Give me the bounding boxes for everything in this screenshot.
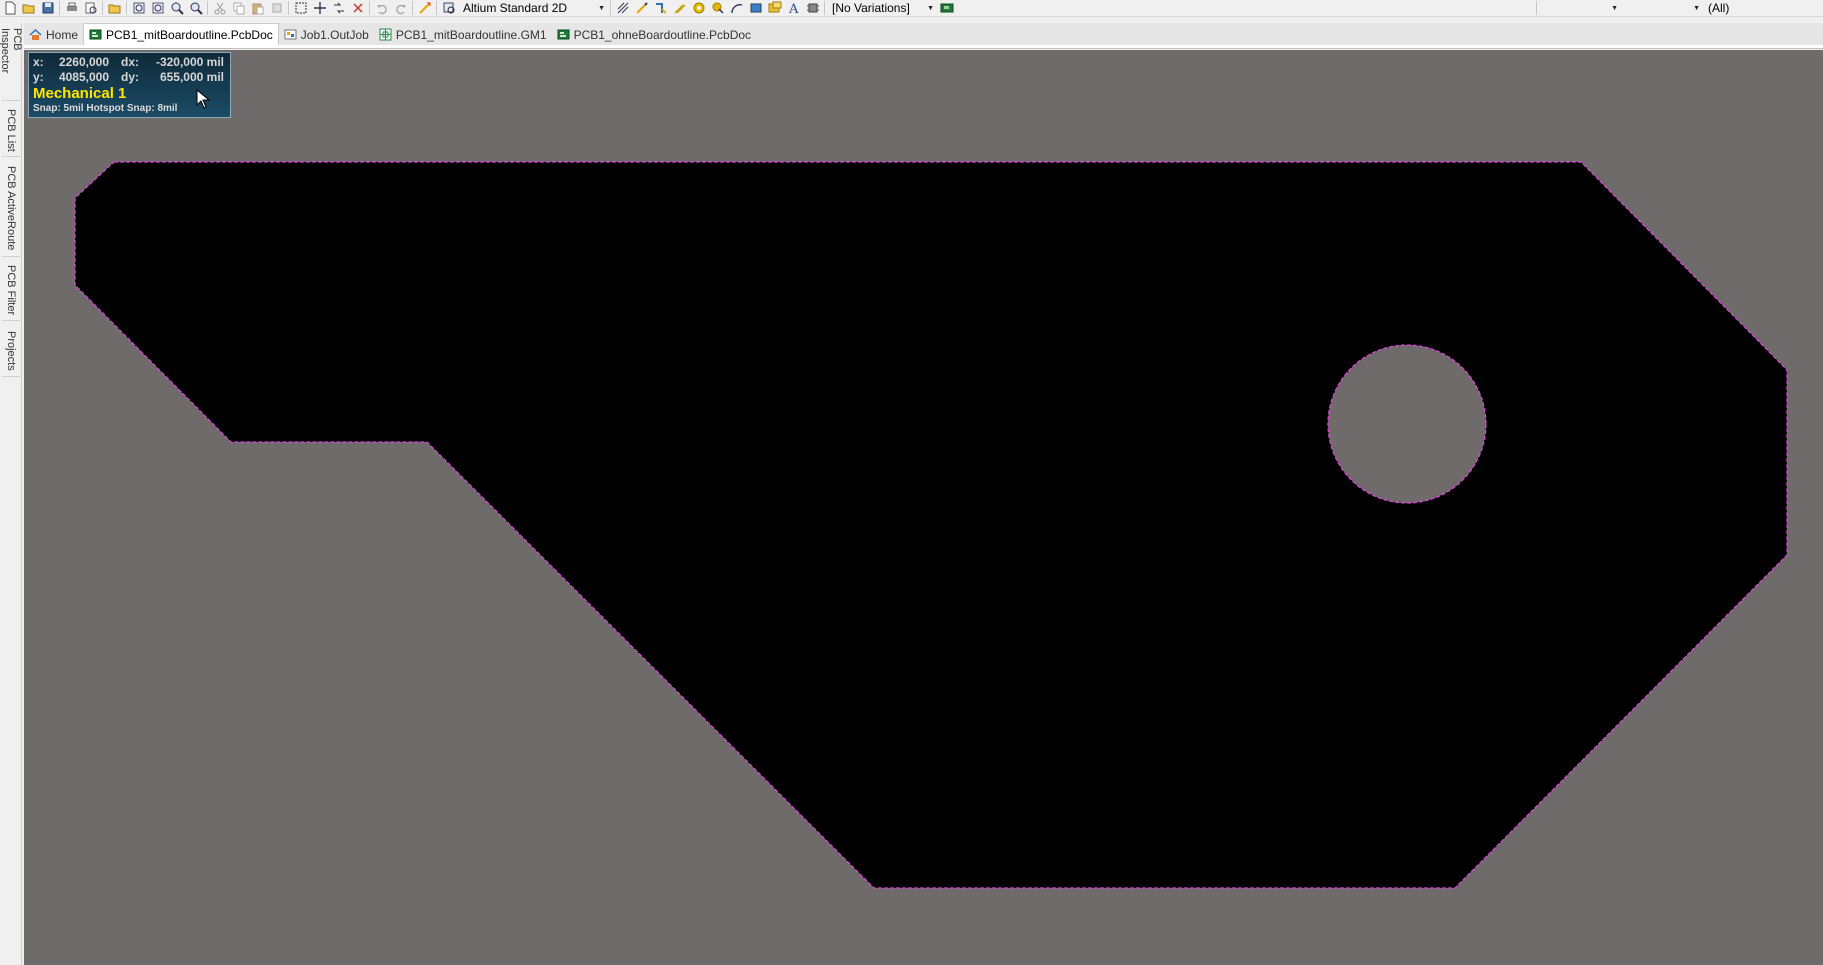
view-mode-value: Altium Standard 2D bbox=[463, 1, 568, 15]
wire-icon[interactable] bbox=[632, 0, 651, 16]
tab-pcb1-ohneboardoutline-pcbdoc[interactable]: PCB1_ohneBoardoutline.PcbDoc bbox=[552, 24, 756, 45]
tab-pcb1-mitboardoutline-gm1[interactable]: PCB1_mitBoardoutline.GM1 bbox=[374, 24, 552, 45]
chevron-down-icon: ▼ bbox=[927, 4, 934, 12]
variations-select[interactable]: [No Variations] ▼ bbox=[827, 1, 937, 16]
filter-select-2[interactable]: ▼ bbox=[1621, 1, 1703, 16]
home-icon bbox=[29, 28, 42, 41]
mouse-cursor-icon bbox=[196, 89, 210, 109]
toolbar-separator bbox=[126, 1, 127, 15]
zoom-area-icon[interactable] bbox=[148, 0, 167, 16]
document-tab-bar: Home PCB1_mitBoardoutline.PcbDoc Job1.Ou… bbox=[24, 23, 1823, 45]
hud-y-label: y: bbox=[33, 70, 44, 84]
save-icon[interactable] bbox=[38, 0, 57, 16]
string-icon[interactable]: A bbox=[784, 0, 803, 16]
tab-label: Job1.OutJob bbox=[300, 27, 369, 42]
hud-y-value: 4085,000 bbox=[58, 70, 109, 84]
panel-sidebar: PCB Inspector PCB List PCB ActiveRoute P… bbox=[0, 23, 23, 965]
undo-icon[interactable] bbox=[372, 0, 391, 16]
open-project-icon[interactable] bbox=[105, 0, 124, 16]
toolbar-separator bbox=[1536, 1, 1537, 15]
toolbar-separator bbox=[436, 1, 437, 15]
tab-label: PCB1_ohneBoardoutline.PcbDoc bbox=[573, 27, 752, 42]
filter-all-select[interactable]: (All) bbox=[1703, 1, 1823, 16]
chevron-down-icon: ▼ bbox=[1693, 4, 1700, 12]
zoom-fit-icon[interactable] bbox=[129, 0, 148, 16]
view-mode-select[interactable]: Altium Standard 2D ▼ bbox=[458, 1, 608, 16]
via-icon[interactable] bbox=[689, 0, 708, 16]
toolbar-separator bbox=[369, 1, 370, 15]
clear-selection-icon[interactable] bbox=[348, 0, 367, 16]
select-area-icon[interactable] bbox=[291, 0, 310, 16]
hud-dy-label: dy: bbox=[121, 70, 139, 84]
hatch-icon[interactable] bbox=[613, 0, 632, 16]
copy-icon[interactable] bbox=[229, 0, 248, 16]
panel-tab-pcb-list[interactable]: PCB List bbox=[2, 105, 20, 157]
cross-probe-icon[interactable] bbox=[329, 0, 348, 16]
svg-text:A: A bbox=[788, 2, 799, 15]
rubber-stamp-icon[interactable] bbox=[267, 0, 286, 16]
pad-icon[interactable] bbox=[708, 0, 727, 16]
fill-icon[interactable] bbox=[746, 0, 765, 16]
tab-underline bbox=[24, 45, 1823, 49]
toolbar-separator bbox=[288, 1, 289, 15]
filter-all-value: (All) bbox=[1708, 1, 1730, 15]
toolbar-separator bbox=[102, 1, 103, 15]
cut-icon[interactable] bbox=[210, 0, 229, 16]
pcb-doc-icon bbox=[89, 28, 102, 41]
toolbar-separator bbox=[610, 1, 611, 15]
paste-icon[interactable] bbox=[248, 0, 267, 16]
tab-home[interactable]: Home bbox=[24, 24, 83, 45]
interactive-route-icon[interactable] bbox=[651, 0, 670, 16]
panel-tab-pcb-filter[interactable]: PCB Filter bbox=[2, 261, 20, 321]
toolbar-separator bbox=[824, 1, 825, 15]
arc-icon[interactable] bbox=[727, 0, 746, 16]
move-icon[interactable] bbox=[310, 0, 329, 16]
diff-pair-icon[interactable] bbox=[670, 0, 689, 16]
toolbar-separator bbox=[412, 1, 413, 15]
pcb-doc-icon bbox=[557, 28, 570, 41]
hud-x-value: 2260,000 bbox=[58, 55, 109, 69]
zoom-selected-icon[interactable] bbox=[167, 0, 186, 16]
open-folder-icon[interactable] bbox=[19, 0, 38, 16]
print-preview-icon[interactable] bbox=[81, 0, 100, 16]
chevron-down-icon: ▼ bbox=[1611, 4, 1618, 12]
hud-dx-label: dx: bbox=[121, 55, 139, 69]
tab-label: PCB1_mitBoardoutline.GM1 bbox=[395, 27, 547, 42]
hud-dx-value: -320,000 mil bbox=[155, 55, 224, 69]
main-toolbar: Altium Standard 2D ▼ A [No Variations] ▼ ▼… bbox=[0, 0, 1823, 17]
gerber-icon bbox=[379, 28, 392, 41]
outjob-icon bbox=[284, 28, 297, 41]
print-icon[interactable] bbox=[62, 0, 81, 16]
board-view bbox=[74, 161, 1788, 889]
filter-select-1[interactable]: ▼ bbox=[1539, 1, 1621, 16]
tab-pcb1-mitboardoutline-pcbdoc[interactable]: PCB1_mitBoardoutline.PcbDoc bbox=[83, 23, 279, 45]
panel-tab-pcb-activeroute[interactable]: PCB ActiveRoute bbox=[2, 161, 20, 257]
board-cutout-hole[interactable] bbox=[1327, 344, 1487, 504]
chevron-down-icon: ▼ bbox=[598, 4, 605, 12]
component-icon[interactable] bbox=[803, 0, 822, 16]
tab-label: PCB1_mitBoardoutline.PcbDoc bbox=[106, 27, 273, 42]
toolbar-separator bbox=[59, 1, 60, 15]
toolbar-separator bbox=[207, 1, 208, 15]
board-outline[interactable] bbox=[74, 161, 1788, 889]
hud-y-row: y: 4085,000 dy: 655,000 mil bbox=[33, 70, 226, 85]
pcb-canvas[interactable] bbox=[24, 50, 1823, 965]
board-view-icon[interactable] bbox=[937, 0, 956, 16]
panel-tab-projects[interactable]: Projects bbox=[2, 325, 20, 377]
route-icon[interactable] bbox=[415, 0, 434, 16]
hud-dy-value: 655,000 mil bbox=[159, 70, 224, 84]
hud-x-row: x: 2260,000 dx: -320,000 mil bbox=[33, 55, 226, 70]
zoom-filter-icon[interactable] bbox=[186, 0, 205, 16]
redo-icon[interactable] bbox=[391, 0, 410, 16]
tab-job1-outjob[interactable]: Job1.OutJob bbox=[279, 24, 374, 45]
polygon-icon[interactable] bbox=[765, 0, 784, 16]
hud-x-label: x: bbox=[33, 55, 44, 69]
panel-tab-pcb-inspector[interactable]: PCB Inspector bbox=[0, 25, 23, 101]
inspect-icon[interactable] bbox=[439, 0, 458, 16]
new-file-icon[interactable] bbox=[0, 0, 19, 16]
variations-value: [No Variations] bbox=[832, 1, 910, 15]
tab-label: Home bbox=[46, 27, 79, 42]
